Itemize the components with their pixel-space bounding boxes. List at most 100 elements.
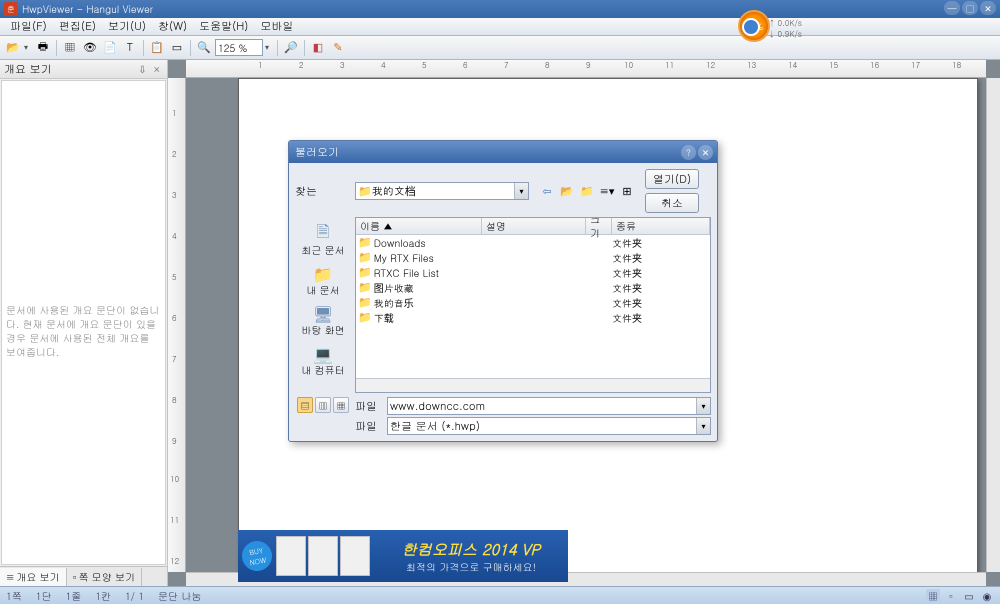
tree-icon[interactable]: ⊞ bbox=[619, 183, 635, 199]
chevron-down-icon[interactable]: ▾ bbox=[696, 418, 710, 434]
up-icon[interactable]: 📂 bbox=[559, 183, 575, 199]
minimize-button[interactable]: ─ bbox=[944, 1, 960, 15]
zoom-fit-icon[interactable]: ▭ bbox=[962, 589, 976, 603]
menubar: 파일(F) 편집(E) 보기(U) 창(W) 도움말(H) 모바일 71% ↑ … bbox=[0, 18, 1000, 36]
list-item[interactable]: 📁图片收藏文件夹 bbox=[356, 280, 710, 295]
sidebar-close-icon[interactable]: × bbox=[151, 62, 163, 76]
look-in-value: 我的文档 bbox=[372, 183, 416, 199]
maximize-button[interactable]: □ bbox=[962, 1, 978, 15]
select-icon[interactable]: ▭ bbox=[168, 39, 186, 57]
view-details-icon[interactable]: ▤ bbox=[297, 397, 313, 413]
list-item[interactable]: 📁Downloads文件夹 bbox=[356, 235, 710, 250]
open-button[interactable]: 열기(D) bbox=[645, 169, 699, 189]
chevron-down-icon[interactable]: ▾ bbox=[696, 398, 710, 414]
folder-icon: 📁 bbox=[358, 265, 372, 280]
page-icon: ▫ bbox=[73, 570, 77, 584]
menu-help[interactable]: 도움말(H) bbox=[193, 18, 254, 35]
ad-banner[interactable]: BUY NOW 한컴오피스 2014 VP 최적의 가격으로 구매하세요! bbox=[238, 530, 568, 582]
sidebar-pin-icon[interactable]: ⇩ bbox=[136, 62, 148, 76]
place-desktop[interactable]: 🖥바탕 화면 bbox=[297, 301, 349, 339]
ruler-horizontal[interactable]: 123456789101112131415161718 bbox=[186, 60, 986, 78]
tab-page-layout[interactable]: ▫쪽 모양 보기 bbox=[67, 568, 142, 586]
tab-outline[interactable]: ≡개요 보기 bbox=[0, 568, 67, 586]
sidebar-tabs: ≡개요 보기 ▫쪽 모양 보기 bbox=[0, 566, 167, 586]
file-type: 文件夹 bbox=[612, 265, 710, 280]
sidebar-header: 개요 보기 ⇩ × bbox=[0, 60, 167, 79]
col-name[interactable]: 이름 ▲ bbox=[356, 218, 482, 234]
app-icon: 훈 bbox=[4, 2, 18, 16]
preview-icon[interactable]: ▦ bbox=[61, 39, 79, 57]
open-icon[interactable]: 📂 bbox=[4, 39, 22, 57]
sidebar-content: 문서에 사용된 개요 문단이 없습니다. 현재 문서에 개요 문단이 있을 경우… bbox=[1, 80, 166, 565]
doc-name: Hangul Viewer bbox=[86, 2, 153, 16]
ruler-vertical[interactable]: 123456789101112 bbox=[168, 78, 186, 572]
chevron-down-icon[interactable]: ▾ bbox=[514, 183, 528, 199]
list-item[interactable]: 📁下载文件夹 bbox=[356, 310, 710, 325]
view-mode-icon[interactable]: ▦ bbox=[926, 589, 940, 603]
status-ch: 1칸 bbox=[95, 589, 111, 603]
list-item[interactable]: 📁RTXC File List文件夹 bbox=[356, 265, 710, 280]
dialog-titlebar[interactable]: 불러오기 ? ✕ bbox=[289, 141, 717, 163]
dialog-help-icon[interactable]: ? bbox=[681, 145, 696, 160]
dialog-close-icon[interactable]: ✕ bbox=[698, 145, 713, 160]
list-item[interactable]: 📁My RTX Files文件夹 bbox=[356, 250, 710, 265]
file-type: 文件夹 bbox=[612, 280, 710, 295]
list-scrollbar-h[interactable] bbox=[356, 378, 710, 392]
dialog-title: 불러오기 bbox=[295, 145, 339, 160]
status-pos: 1/ 1 bbox=[125, 589, 144, 603]
list-icon: ≡ bbox=[6, 570, 14, 584]
zoom-in-icon[interactable]: ◉ bbox=[980, 589, 994, 603]
menu-view[interactable]: 보기(U) bbox=[102, 18, 152, 35]
filename-label: 파일 bbox=[355, 399, 383, 414]
list-rows: 📁Downloads文件夹📁My RTX Files文件夹📁RTXC File … bbox=[356, 235, 710, 378]
new-folder-icon[interactable]: 📁 bbox=[579, 183, 595, 199]
place-mydocs[interactable]: 📁내 문서 bbox=[297, 261, 349, 299]
text-icon[interactable]: T bbox=[121, 39, 139, 57]
zoom-dropdown[interactable]: ▾ bbox=[265, 42, 273, 53]
print-icon[interactable]: 🖶 bbox=[34, 39, 52, 57]
zoom-icon[interactable]: 🔍 bbox=[195, 39, 213, 57]
scrollbar-vertical[interactable] bbox=[986, 78, 1000, 572]
search-icon[interactable]: 🔎 bbox=[282, 39, 300, 57]
app-name: HwpViewer bbox=[22, 2, 73, 16]
file-name: 下载 bbox=[374, 310, 394, 325]
list-header: 이름 ▲ 설명 크기 종류 bbox=[356, 218, 710, 235]
look-in-combo[interactable]: 📁 我的文档 ▾ bbox=[355, 182, 529, 200]
promo-badge[interactable] bbox=[742, 18, 760, 36]
menu-file[interactable]: 파일(F) bbox=[4, 18, 53, 35]
filetype-combo[interactable]: 한글 문서 (*.hwp) ▾ bbox=[387, 417, 711, 435]
menu-edit[interactable]: 편집(E) bbox=[53, 18, 102, 35]
look-in-label: 찾는 bbox=[295, 184, 351, 199]
copy-icon[interactable]: 📋 bbox=[148, 39, 166, 57]
open-dropdown[interactable]: ▾ bbox=[24, 42, 32, 53]
close-button[interactable]: ✕ bbox=[980, 1, 996, 15]
col-type[interactable]: 종류 bbox=[612, 218, 710, 234]
ad-title: 한컴오피스 2014 VP bbox=[378, 539, 564, 560]
find-icon[interactable]: 👁 bbox=[81, 39, 99, 57]
file-name: 我的音乐 bbox=[374, 295, 414, 310]
file-type: 文件夹 bbox=[612, 235, 710, 250]
filetype-label: 파일 bbox=[355, 419, 383, 434]
filename-input[interactable]: www.downcc.com ▾ bbox=[387, 397, 711, 415]
highlight-icon[interactable]: ◧ bbox=[309, 39, 327, 57]
zoom-out-icon[interactable]: ▫ bbox=[944, 589, 958, 603]
place-recent[interactable]: 🗎최근 문서 bbox=[297, 221, 349, 259]
place-computer[interactable]: 💻내 컴퓨터 bbox=[297, 341, 349, 379]
cancel-button[interactable]: 취소 bbox=[645, 193, 699, 213]
view-menu-icon[interactable]: ≡▾ bbox=[599, 183, 615, 199]
menu-mobile[interactable]: 모바일 bbox=[254, 18, 299, 35]
zoom-input[interactable]: 125 % bbox=[215, 39, 263, 56]
col-size[interactable]: 크기 bbox=[586, 218, 612, 234]
menu-window[interactable]: 창(W) bbox=[152, 18, 193, 35]
recent-icon: 🗎 bbox=[311, 223, 335, 243]
back-icon[interactable]: ⇦ bbox=[539, 183, 555, 199]
list-item[interactable]: 📁我的音乐文件夹 bbox=[356, 295, 710, 310]
marker-icon[interactable]: ✎ bbox=[329, 39, 347, 57]
view-thumb-icon[interactable]: ▦ bbox=[333, 397, 349, 413]
folder-icon: 📁 bbox=[358, 280, 372, 295]
doc-icon[interactable]: 📄 bbox=[101, 39, 119, 57]
view-list-icon[interactable]: ▥ bbox=[315, 397, 331, 413]
col-desc[interactable]: 설명 bbox=[482, 218, 586, 234]
folder-icon: 📁 bbox=[358, 184, 372, 199]
places-bar: 🗎최근 문서 📁내 문서 🖥바탕 화면 💻내 컴퓨터 bbox=[295, 217, 351, 393]
